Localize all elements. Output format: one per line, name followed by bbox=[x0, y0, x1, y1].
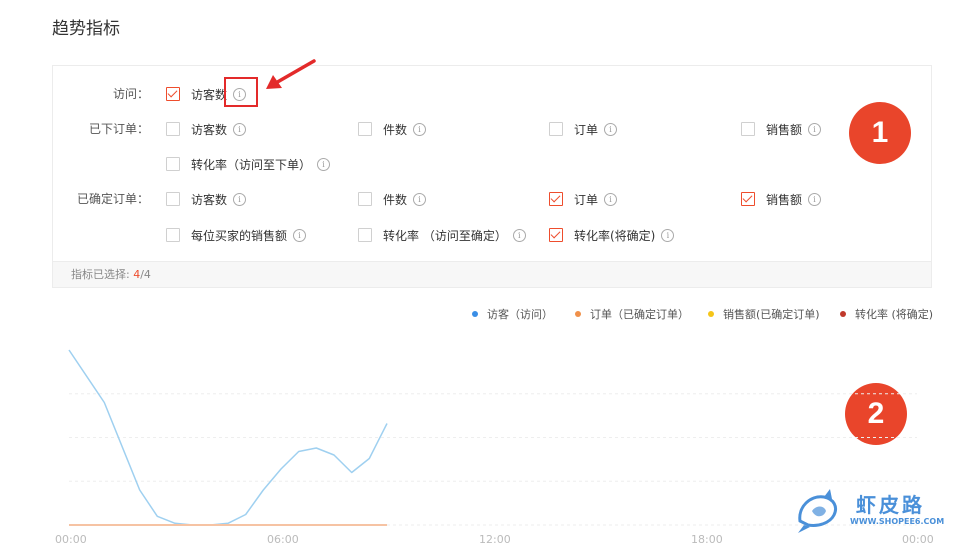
legend-label: 转化率 (将确定) bbox=[855, 308, 934, 321]
legend-item-visitors[interactable]: 访客（访问） bbox=[472, 306, 553, 322]
option-label: 件数 bbox=[383, 192, 408, 207]
info-icon[interactable]: i bbox=[604, 122, 618, 136]
legend-label: 访客（访问） bbox=[487, 308, 553, 321]
x-tick-2: 12:00 bbox=[479, 533, 511, 546]
checkbox[interactable] bbox=[166, 122, 180, 136]
info-icon[interactable]: i bbox=[661, 228, 675, 242]
checkbox[interactable] bbox=[549, 122, 563, 136]
checkbox[interactable] bbox=[358, 122, 372, 136]
x-tick-1: 06:00 bbox=[267, 533, 299, 546]
checkbox[interactable] bbox=[741, 192, 755, 206]
legend-dot bbox=[840, 311, 846, 317]
row-label-confirmed-orders: 已确定订单： bbox=[76, 192, 149, 206]
option-confirmed-conversion-visit[interactable]: 转化率 （访问至确定） i bbox=[358, 226, 526, 244]
option-label: 每位买家的销售额 bbox=[191, 228, 288, 243]
legend-item-conversion[interactable]: 转化率 (将确定) bbox=[840, 306, 933, 322]
legend-dot bbox=[472, 311, 478, 317]
watermark-url: WWW.SHOPEE6.COM bbox=[850, 517, 945, 526]
option-confirmed-orders[interactable]: 订单 i bbox=[549, 190, 618, 208]
option-label: 订单 bbox=[574, 192, 599, 207]
section-title: 趋势指标 bbox=[52, 19, 120, 39]
info-icon[interactable]: i bbox=[233, 192, 247, 206]
row-label-placed-orders: 已下订单： bbox=[88, 122, 149, 136]
option-label: 访客数 bbox=[191, 192, 228, 207]
info-icon[interactable]: i bbox=[808, 122, 822, 136]
checkbox[interactable] bbox=[549, 192, 563, 206]
option-confirmed-sales[interactable]: 销售额 i bbox=[741, 190, 822, 208]
option-placed-orders[interactable]: 订单 i bbox=[549, 120, 618, 138]
legend-item-sales[interactable]: 销售额(已确定订单) bbox=[708, 306, 820, 322]
legend-dot bbox=[708, 311, 714, 317]
option-placed-visitors[interactable]: 访客数 i bbox=[166, 120, 247, 138]
info-icon[interactable]: i bbox=[233, 122, 247, 136]
option-placed-units[interactable]: 件数 i bbox=[358, 120, 427, 138]
option-placed-conversion[interactable]: 转化率（访问至下单） i bbox=[166, 155, 331, 173]
info-icon[interactable]: i bbox=[413, 122, 427, 136]
total-count: /4 bbox=[140, 268, 151, 281]
option-confirmed-sales-per-buyer[interactable]: 每位买家的销售额 i bbox=[166, 226, 307, 244]
checkbox[interactable] bbox=[358, 228, 372, 242]
row-label-visit: 访问： bbox=[112, 87, 149, 101]
checkbox[interactable] bbox=[166, 87, 180, 101]
option-confirmed-visitors[interactable]: 访客数 i bbox=[166, 190, 247, 208]
option-label: 转化率 （访问至确定） bbox=[383, 228, 507, 243]
selection-footer: 指标已选择: 4/4 bbox=[53, 261, 931, 287]
badge-one: 1 bbox=[849, 102, 911, 164]
legend-label: 订单（已确定订单） bbox=[590, 308, 689, 321]
option-label: 销售额 bbox=[766, 192, 803, 207]
x-tick-3: 18:00 bbox=[691, 533, 723, 546]
option-confirmed-units[interactable]: 件数 i bbox=[358, 190, 427, 208]
dragon-logo-icon bbox=[798, 489, 838, 533]
option-label: 销售额 bbox=[766, 122, 803, 137]
option-label: 访客数 bbox=[191, 87, 228, 102]
info-icon[interactable]: i bbox=[317, 157, 331, 171]
highlight-box bbox=[224, 77, 258, 107]
checkbox[interactable] bbox=[166, 228, 180, 242]
watermark-logo: 虾皮路 WWW.SHOPEE6.COM bbox=[794, 487, 944, 537]
info-icon[interactable]: i bbox=[413, 192, 427, 206]
option-label: 件数 bbox=[383, 122, 408, 137]
info-icon[interactable]: i bbox=[293, 228, 307, 242]
watermark-title: 虾皮路 bbox=[856, 493, 925, 517]
info-icon[interactable]: i bbox=[512, 228, 526, 242]
metrics-panel: 访问： 访客数 i 已下订单： 访客数 i 件数 i 订单 i 销售额 i 转化… bbox=[52, 65, 932, 288]
footer-label: 指标已选择: bbox=[71, 268, 130, 281]
info-icon[interactable]: i bbox=[604, 192, 618, 206]
option-placed-sales[interactable]: 销售额 i bbox=[741, 120, 822, 138]
legend-label: 销售额(已确定订单) bbox=[723, 308, 820, 321]
option-label: 访客数 bbox=[191, 122, 228, 137]
legend-dot bbox=[575, 311, 581, 317]
pointer-arrow-icon bbox=[266, 59, 316, 89]
option-label: 转化率(将确定) bbox=[574, 228, 656, 243]
legend-item-orders[interactable]: 订单（已确定订单） bbox=[575, 306, 689, 322]
x-tick-0: 00:00 bbox=[55, 533, 87, 546]
checkbox[interactable] bbox=[166, 192, 180, 206]
info-icon[interactable]: i bbox=[808, 192, 822, 206]
checkbox[interactable] bbox=[549, 228, 563, 242]
checkbox[interactable] bbox=[741, 122, 755, 136]
option-label: 转化率（访问至下单） bbox=[191, 157, 312, 172]
checkbox[interactable] bbox=[358, 192, 372, 206]
option-label: 订单 bbox=[574, 122, 599, 137]
checkbox[interactable] bbox=[166, 157, 180, 171]
option-confirmed-conversion-pending[interactable]: 转化率(将确定) i bbox=[549, 226, 675, 244]
